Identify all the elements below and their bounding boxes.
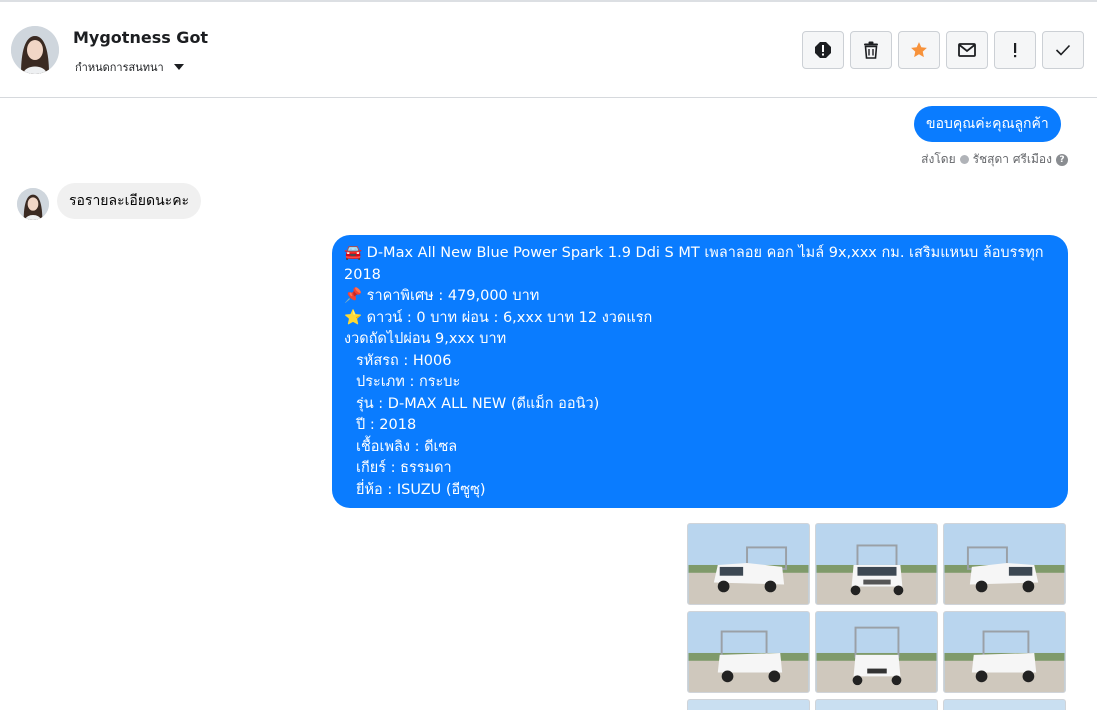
truck-photo[interactable] bbox=[815, 611, 938, 693]
truck-photo[interactable] bbox=[943, 611, 1066, 693]
listing-down-payment: ⭐ ดาวน์ : 0 บาท ผ่อน : 6,xxx บาท 12 งวดแ… bbox=[344, 309, 653, 326]
truck-photo[interactable] bbox=[943, 523, 1066, 605]
listing-title: 🚘 D-Max All New Blue Power Spark 1.9 Ddi… bbox=[344, 245, 1044, 283]
caret-down-icon bbox=[173, 64, 184, 70]
listing-type: ประเภท : กระบะ bbox=[356, 374, 461, 390]
sent-by-line: ส่งโดย รัชสุดา ศรีเมือง ? bbox=[921, 150, 1068, 169]
incoming-message[interactable]: รอรายละเอียดนะคะ bbox=[57, 183, 202, 219]
check-icon bbox=[1055, 44, 1071, 56]
mark-done-button[interactable] bbox=[1042, 31, 1084, 69]
listing-next-installment: งวดถัดไปผ่อน 9,xxx บาท bbox=[344, 331, 507, 347]
contact-avatar-small bbox=[17, 188, 49, 220]
truck-photo-partial[interactable] bbox=[687, 699, 810, 710]
contact-name[interactable]: Mygotness Got bbox=[73, 28, 208, 47]
listing-fuel: เชื้อเพลิง : ดีเซล bbox=[356, 438, 458, 455]
agent-avatar-icon bbox=[959, 155, 969, 164]
help-icon[interactable]: ? bbox=[1056, 153, 1068, 166]
listing-gear: เกียร์ : ธรรมดา bbox=[356, 460, 452, 476]
follow-up-button[interactable] bbox=[994, 31, 1036, 69]
truck-photo-partial[interactable] bbox=[815, 699, 938, 710]
listing-price: 📌 ราคาพิเศษ : 479,000 บาท bbox=[344, 288, 540, 304]
truck-photo[interactable] bbox=[815, 523, 938, 605]
outgoing-message-listing[interactable]: 🚘 D-Max All New Blue Power Spark 1.9 Ddi… bbox=[332, 235, 1068, 508]
star-button[interactable] bbox=[898, 31, 940, 69]
contact-avatar[interactable] bbox=[11, 26, 59, 74]
exclamation-circle-icon bbox=[815, 42, 831, 58]
assign-label: กำหนดการสนทนา bbox=[75, 61, 164, 74]
listing-code: รหัสรถ : H006 bbox=[356, 352, 452, 369]
listing-year: ปี : 2018 bbox=[356, 417, 417, 433]
listing-brand: ยี่ห้อ : ISUZU (อีซูซุ) bbox=[356, 481, 486, 498]
photo-grid bbox=[687, 523, 1068, 693]
listing-model: รุ่น : D-MAX ALL NEW (ดีแม็ก ออนิว) bbox=[356, 395, 600, 412]
envelope-icon bbox=[958, 43, 976, 57]
delete-button[interactable] bbox=[850, 31, 892, 69]
truck-photo[interactable] bbox=[687, 611, 810, 693]
assign-conversation-dropdown[interactable]: กำหนดการสนทนา bbox=[75, 58, 184, 76]
inbox-conversation: Mygotness Got กำหนดการสนทนา ขอบคุณค่ะคุณ… bbox=[0, 0, 1097, 710]
spam-button[interactable] bbox=[802, 31, 844, 69]
header-actions bbox=[802, 31, 1084, 69]
exclamation-icon bbox=[1014, 43, 1017, 58]
conversation-header: Mygotness Got กำหนดการสนทนา bbox=[0, 2, 1097, 98]
truck-photo[interactable] bbox=[687, 523, 810, 605]
star-icon bbox=[911, 42, 927, 58]
trash-icon bbox=[864, 41, 878, 59]
sent-by-label: ส่งโดย bbox=[921, 152, 956, 166]
mark-unread-button[interactable] bbox=[946, 31, 988, 69]
truck-photo-partial[interactable] bbox=[943, 699, 1066, 710]
sent-by-name[interactable]: รัชสุดา ศรีเมือง bbox=[973, 150, 1052, 169]
outgoing-message-thanks[interactable]: ขอบคุณค่ะคุณลูกค้า bbox=[914, 106, 1061, 142]
